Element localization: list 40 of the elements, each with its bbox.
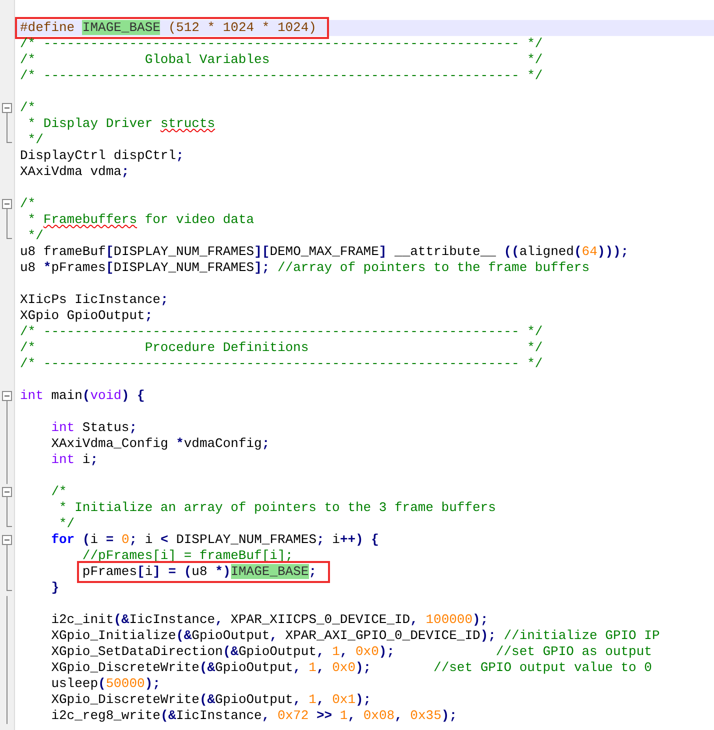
code-line: /* ------------------------------------------------------------- */ [20, 324, 543, 340]
code-line: /* [50, 484, 67, 500]
code-line: /* ------------------------------------------------------------- */ [20, 356, 543, 372]
code-line: /* ------------------------------------------------------------- */ [20, 68, 543, 84]
fold-toggle-icon[interactable] [1, 388, 13, 404]
code-line: int Status; [50, 420, 138, 436]
code-line: int i; [50, 452, 98, 468]
code-line: XGpio_Initialize(&GpioOutput, XPAR_AXI_GPIO_0_DEVICE_ID); //initialize GPIO IP [50, 628, 660, 644]
code-line: * Framebuffers for video data [26, 212, 254, 228]
code-line: */ [26, 228, 44, 244]
code-line: } [50, 580, 60, 596]
code-line: i2c_init(&IicInstance, XPAR_XIICPS_0_DEVICE_ID, 100000); [50, 612, 488, 628]
code-line: //pFrames[i] = frameBuf[i]; [81, 548, 294, 564]
code-line: XGpio GpioOutput; [20, 308, 153, 324]
code-line: u8 frameBuf[DISPLAY_NUM_FRAMES][DEMO_MAX_FRAME] __attribute__ ((aligned(64))); [20, 244, 629, 260]
code-line: DisplayCtrl dispCtrl; [20, 148, 184, 164]
code-line: u8 *pFrames[DISPLAY_NUM_FRAMES]; //array of pointers to the frame buffers [20, 260, 590, 276]
fold-toggle-icon[interactable] [1, 196, 13, 212]
code-line: */ [26, 132, 44, 148]
code-line: i2c_reg8_write(&IicInstance, 0x72 >> 1, 0x08, 0x35); [50, 708, 457, 724]
fold-toggle-icon[interactable] [1, 484, 13, 500]
code-line: usleep(50000); [50, 676, 160, 692]
code-line: /* [20, 100, 36, 116]
code-line: /* ------------------------------------------------------------- */ [20, 36, 543, 52]
code-line: XAxiVdma vdma; [20, 164, 130, 180]
code-line: /* Global Variables */ [20, 52, 543, 68]
code-line: */ [58, 516, 75, 532]
code-line: XAxiVdma_Config *vdmaConfig; [50, 436, 270, 452]
code-line: * Initialize an array of pointers to the 3 frame buffers [58, 500, 496, 516]
code-line: XIicPs IicInstance; [20, 292, 168, 308]
code-line: XGpio_DiscreteWrite(&GpioOutput, 1, 0x1); [50, 692, 372, 708]
fold-toggle-icon[interactable] [1, 100, 13, 116]
fold-toggle-icon[interactable] [1, 532, 13, 548]
code-line: XGpio_DiscreteWrite(&GpioOutput, 1, 0x0); //set GPIO output value to 0 [50, 660, 652, 676]
code-line: XGpio_SetDataDirection(&GpioOutput, 1, 0x0); //set GPIO as output [50, 644, 652, 660]
code-line: for (i = 0; i < DISPLAY_NUM_FRAMES; i++) { [50, 532, 379, 548]
code-line: /* Procedure Definitions */ [20, 340, 543, 356]
code-line: int main(void) { [20, 388, 145, 404]
code-line: * Display Driver structs [26, 116, 216, 132]
code-line: /* [20, 196, 36, 212]
